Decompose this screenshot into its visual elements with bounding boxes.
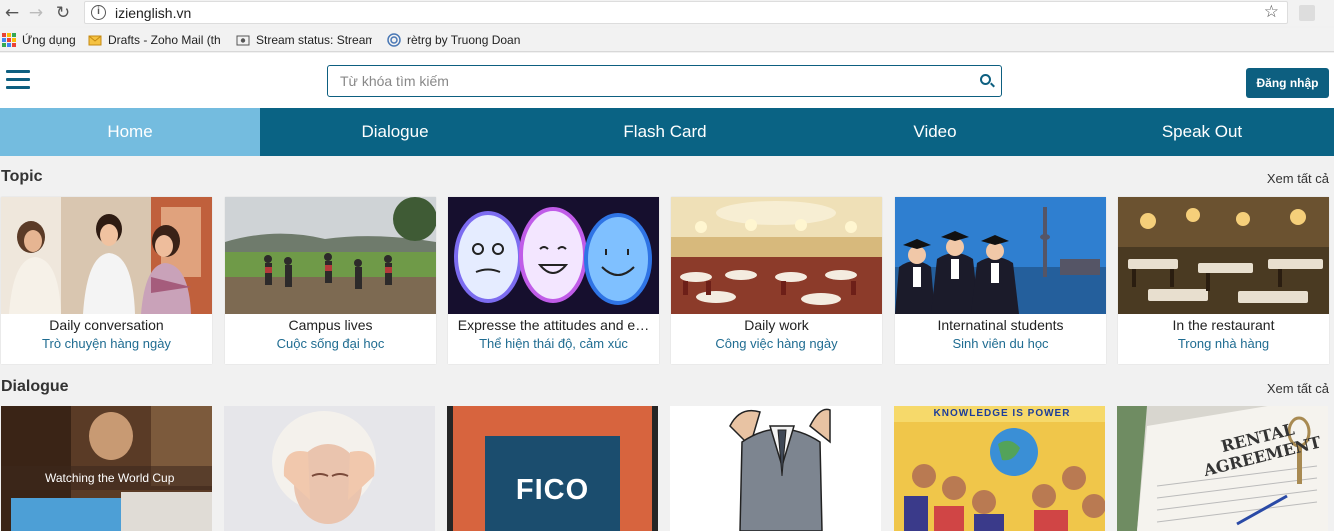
search-box — [327, 65, 1002, 97]
topic-card[interactable]: In the restaurant Trong nhà hàng — [1118, 197, 1329, 364]
mail-envelope-icon — [88, 35, 102, 46]
topic-title-en: Daily conversation — [49, 317, 164, 333]
tab-flash-card[interactable]: Flash Card — [530, 108, 800, 156]
bookmark-zoho-mail[interactable]: Drafts - Zoho Mail (th — [88, 32, 224, 48]
bookmark-retrg[interactable]: rètrg by Truong Doan — [387, 32, 527, 48]
dialogue-card[interactable]: KNOWLEDGE IS POWER — [894, 406, 1105, 531]
tab-home[interactable]: Home — [0, 108, 260, 156]
extension-icon[interactable] — [1299, 5, 1315, 21]
tab-speak-out[interactable]: Speak Out — [1070, 108, 1334, 156]
bookmark-apps[interactable]: Ứng dụng — [2, 32, 82, 48]
bookmark-label: Stream status: Stream — [256, 33, 372, 47]
dialogue-thumbnail — [894, 406, 1105, 531]
topic-thumbnail — [1118, 197, 1329, 314]
topic-thumbnail — [1, 197, 212, 314]
stream-icon — [236, 35, 250, 46]
poster-text: KNOWLEDGE IS POWER — [933, 408, 1071, 419]
topic-card[interactable]: Campus lives Cuộc sống đại học — [225, 197, 436, 364]
dialogue-section-title: Dialogue — [1, 378, 69, 395]
fico-logo-text: FICO — [515, 474, 590, 506]
back-arrow-icon[interactable]: ← — [2, 3, 22, 23]
dialogue-card[interactable]: RENTAL AGREEMENT — [1117, 406, 1328, 531]
circle-logo-icon — [387, 33, 401, 47]
tab-dialogue[interactable]: Dialogue — [260, 108, 530, 156]
topic-section-title: Topic — [1, 168, 43, 185]
bookmark-label: Ứng dụng — [22, 33, 76, 47]
topic-thumbnail — [895, 197, 1106, 314]
menu-icon[interactable] — [6, 70, 30, 90]
topic-card[interactable]: Daily work Công việc hàng ngày — [671, 197, 882, 364]
fico-logo: FICO — [485, 436, 620, 531]
topic-title-en: Expresse the attitudes and e… — [457, 317, 650, 333]
topic-title-vi: Sinh viên du học — [952, 336, 1049, 351]
topic-thumbnail — [225, 197, 436, 314]
bookmarks-bar: Ứng dụng Drafts - Zoho Mail (th Stream s… — [0, 28, 1334, 52]
topic-title-en: In the restaurant — [1172, 317, 1275, 333]
dialogue-thumbnail — [670, 406, 881, 531]
url-text[interactable]: izienglish.vn — [115, 5, 191, 21]
topic-title-vi: Trò chuyện hàng ngày — [42, 336, 171, 351]
topic-title-en: Internatinal students — [937, 317, 1064, 333]
bookmark-star-icon[interactable]: ☆ — [1264, 2, 1279, 22]
topic-card[interactable]: Internatinal students Sinh viên du học — [895, 197, 1106, 364]
dialogue-card[interactable]: FICO — [447, 406, 658, 531]
topic-card[interactable]: Daily conversation Trò chuyện hàng ngày — [1, 197, 212, 364]
bookmark-label: Drafts - Zoho Mail (th — [108, 33, 221, 47]
main-nav: Home Dialogue Flash Card Video Speak Out — [0, 108, 1334, 156]
dialogue-thumbnail — [224, 406, 435, 531]
topic-title-vi: Cuộc sống đại học — [276, 336, 385, 351]
topic-title-vi: Công việc hàng ngày — [715, 336, 838, 351]
topic-card[interactable]: Expresse the attitudes and e… Thể hiện t… — [448, 197, 659, 364]
topic-title-vi: Trong nhà hàng — [1177, 336, 1270, 351]
video-caption: Watching the World Cup — [1, 466, 212, 490]
site-header: Đăng nhập — [0, 53, 1334, 108]
bookmark-stream-status[interactable]: Stream status: Stream — [236, 32, 372, 48]
topic-thumbnail — [671, 197, 882, 314]
apps-grid-icon — [2, 33, 16, 47]
dialogue-card[interactable]: Watching the World Cup — [1, 406, 212, 531]
reload-icon[interactable]: ↻ — [53, 3, 73, 23]
dialogue-see-all-link[interactable]: Xem tất cả — [1267, 381, 1329, 396]
topic-title-en: Daily work — [744, 317, 809, 333]
search-icon[interactable] — [980, 74, 991, 85]
bookmark-label: rètrg by Truong Doan — [407, 33, 521, 47]
search-input[interactable] — [340, 72, 960, 90]
topic-title-vi: Thể hiện thái độ, cảm xúc — [479, 336, 628, 351]
topic-thumbnail — [448, 197, 659, 314]
dialogue-card[interactable] — [670, 406, 881, 531]
login-button[interactable]: Đăng nhập — [1246, 68, 1329, 98]
info-icon[interactable]: i — [91, 5, 106, 20]
browser-toolbar: ← → ↻ i izienglish.vn ☆ — [0, 0, 1334, 26]
address-bar[interactable]: i izienglish.vn ☆ — [84, 1, 1288, 24]
forward-arrow-icon[interactable]: → — [26, 3, 46, 23]
topic-title-en: Campus lives — [288, 317, 373, 333]
topic-see-all-link[interactable]: Xem tất cả — [1267, 171, 1329, 186]
dialogue-card[interactable] — [224, 406, 435, 531]
tab-video[interactable]: Video — [800, 108, 1070, 156]
